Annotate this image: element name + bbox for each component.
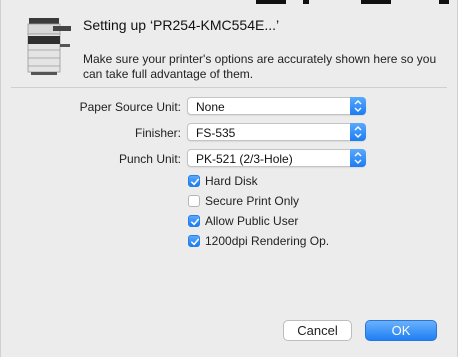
up-down-arrows-icon — [350, 123, 366, 141]
punch-unit-popup[interactable]: PK-521 (2/3-Hole) — [187, 149, 366, 167]
divider — [11, 87, 447, 88]
secure-print-only-label[interactable]: Secure Print Only — [205, 194, 299, 208]
hard-disk-checkbox[interactable] — [188, 175, 200, 187]
finisher-row: Finisher: FS-535 — [1, 123, 458, 143]
punch-unit-value: PK-521 (2/3-Hole) — [196, 152, 293, 166]
checkmark-icon — [191, 238, 200, 246]
checkmark-icon — [191, 178, 200, 186]
checkmark-icon — [191, 218, 200, 226]
punch-unit-row: Punch Unit: PK-521 (2/3-Hole) — [1, 149, 458, 169]
allow-public-user-label[interactable]: Allow Public User — [205, 214, 298, 228]
paper-source-label: Paper Source Unit: — [79, 100, 181, 114]
allow-public-user-checkbox[interactable] — [188, 215, 200, 227]
rendering-1200dpi-label[interactable]: 1200dpi Rendering Op. — [205, 234, 329, 248]
dialog-title: Setting up ‘PR254-KMC554E...’ — [83, 17, 280, 33]
window-edge-fragment — [1, 0, 458, 6]
paper-source-popup[interactable]: None — [187, 97, 366, 115]
hard-disk-label[interactable]: Hard Disk — [205, 174, 258, 188]
up-down-arrows-icon — [350, 97, 366, 115]
printer-setup-sheet: Setting up ‘PR254-KMC554E...’ Make sure … — [0, 0, 458, 357]
up-down-arrows-icon — [350, 149, 366, 167]
ok-button[interactable]: OK — [365, 320, 437, 341]
punch-unit-label: Punch Unit: — [118, 152, 181, 166]
finisher-value: FS-535 — [196, 126, 236, 140]
cancel-button[interactable]: Cancel — [283, 320, 352, 341]
paper-source-row: Paper Source Unit: None — [1, 97, 458, 117]
printer-icon — [23, 14, 75, 78]
dialog-description: Make sure your printer's options are acc… — [83, 52, 437, 81]
finisher-popup[interactable]: FS-535 — [187, 123, 366, 141]
rendering-1200dpi-checkbox[interactable] — [188, 235, 200, 247]
secure-print-only-checkbox[interactable] — [188, 195, 200, 207]
paper-source-value: None — [196, 100, 225, 114]
finisher-label: Finisher: — [134, 126, 181, 140]
